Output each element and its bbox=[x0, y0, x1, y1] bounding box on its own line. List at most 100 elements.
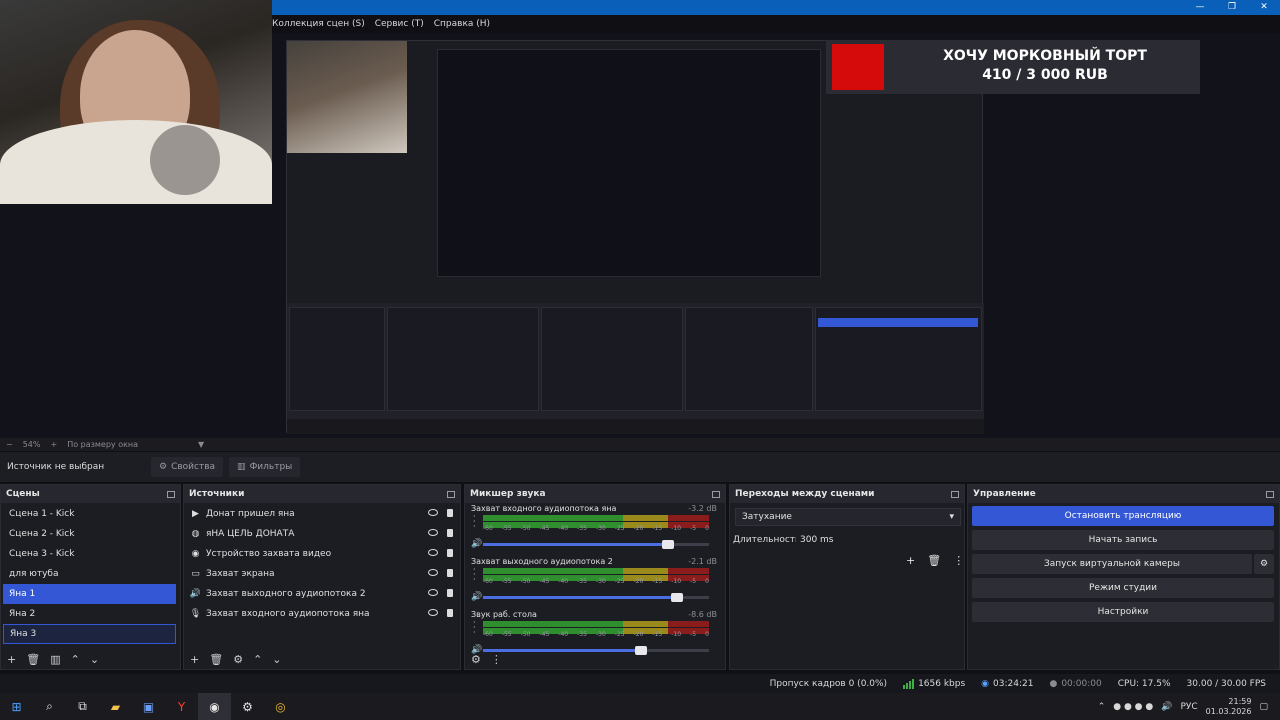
eye-icon[interactable] bbox=[428, 529, 438, 536]
source-item[interactable]: ▶ Донат пришел яна bbox=[184, 504, 460, 524]
scale-tick: -30 bbox=[595, 578, 606, 585]
close-button[interactable]: ✕ bbox=[1248, 0, 1280, 15]
lock-icon[interactable] bbox=[447, 549, 453, 557]
tray-apps-icons[interactable]: ● ● ● ● bbox=[1113, 702, 1153, 712]
channel-menu-icon[interactable]: · · · bbox=[473, 513, 476, 531]
scene-item-selected[interactable]: Яна 1 bbox=[3, 584, 176, 604]
meter-scale: -60 -55 -50 -45 -40 -35 -30 -25 -20 -15 -10 -5 0 bbox=[483, 525, 709, 532]
scene-item[interactable]: Яна 2 bbox=[3, 604, 176, 624]
transition-select[interactable]: Затухание ▾ bbox=[735, 508, 961, 526]
filters-button[interactable]: ▥ Фильтры bbox=[229, 457, 301, 477]
move-up-icon[interactable]: ⌃ bbox=[71, 653, 80, 666]
volume-slider-knob[interactable] bbox=[662, 540, 675, 549]
source-item[interactable]: 🎙 Захват входного аудиопотока яна bbox=[184, 604, 460, 624]
scene-item-focused[interactable]: Яна 3 bbox=[3, 624, 176, 644]
move-up-icon[interactable]: ⌃ bbox=[253, 653, 262, 666]
task-view-icon[interactable]: ⧉ bbox=[66, 693, 99, 720]
audio-mixer-dock: Микшер звука Захват входного аудиопотока… bbox=[464, 484, 726, 670]
clock[interactable]: 21:59 01.03.2026 bbox=[1206, 697, 1252, 717]
add-transition-icon[interactable]: + bbox=[906, 554, 915, 567]
eye-icon[interactable] bbox=[428, 589, 438, 596]
eye-icon[interactable] bbox=[428, 549, 438, 556]
add-source-icon[interactable]: + bbox=[190, 653, 199, 666]
undock-icon[interactable] bbox=[951, 490, 959, 498]
volume-icon[interactable]: 🔊 bbox=[1161, 702, 1172, 712]
scene-item[interactable]: Сцена 1 - Kick bbox=[3, 504, 176, 524]
studio-mode-button[interactable]: Режим студии bbox=[972, 578, 1274, 598]
settings-button[interactable]: Настройки bbox=[972, 602, 1274, 622]
duration-input[interactable]: 300 ms bbox=[796, 531, 961, 549]
donation-progress: 410 / 3 000 RUB bbox=[982, 67, 1108, 83]
source-item[interactable]: ◉ Устройство захвата видео bbox=[184, 544, 460, 564]
windows-start-icon[interactable]: ⊞ bbox=[0, 693, 33, 720]
menu-tools[interactable]: Сервис (T) bbox=[375, 19, 424, 29]
advanced-audio-icon[interactable]: ⚙ bbox=[471, 653, 481, 666]
undock-icon[interactable] bbox=[712, 490, 720, 498]
speaker-icon[interactable]: 🔊 bbox=[471, 539, 482, 549]
inner-dock-capture bbox=[287, 303, 984, 434]
source-item[interactable]: ▭ Захват экрана bbox=[184, 564, 460, 584]
fps-value: 30.00 / 30.00 FPS bbox=[1186, 678, 1266, 689]
tray-chevron-icon[interactable]: ⌃ bbox=[1098, 702, 1106, 712]
menu-help[interactable]: Справка (H) bbox=[434, 19, 490, 29]
settings-icon[interactable]: ⚙ bbox=[231, 693, 264, 720]
scene-item[interactable]: для ютуба bbox=[3, 564, 176, 584]
scale-tick: -20 bbox=[633, 578, 644, 585]
file-explorer-icon[interactable]: ▰ bbox=[99, 693, 132, 720]
obs-icon[interactable]: ◉ bbox=[198, 693, 231, 720]
undock-icon[interactable] bbox=[1266, 490, 1274, 498]
start-virtual-camera-button[interactable]: Запуск виртуальной камеры bbox=[972, 554, 1252, 574]
maximize-button[interactable]: ❐ bbox=[1216, 0, 1248, 15]
stop-streaming-button[interactable]: Остановить трансляцию bbox=[972, 506, 1274, 526]
channel-menu-icon[interactable]: · · · bbox=[473, 566, 476, 584]
volume-slider[interactable] bbox=[483, 593, 709, 602]
scene-item[interactable]: Сцена 2 - Kick bbox=[3, 524, 176, 544]
status-bar: Пропуск кадров 0 (0.0%) 1656 kbps ◉ 03:2… bbox=[0, 674, 1280, 693]
yandex-browser-icon[interactable]: Y bbox=[165, 693, 198, 720]
undock-icon[interactable] bbox=[447, 490, 455, 498]
remove-transition-icon[interactable]: 🗑 bbox=[927, 554, 941, 567]
lock-icon[interactable] bbox=[447, 609, 453, 617]
eye-icon[interactable] bbox=[428, 509, 438, 516]
zoom-in-icon[interactable]: + bbox=[50, 440, 57, 449]
zoom-level: 54% bbox=[22, 440, 41, 449]
chevron-down-icon[interactable]: ▼ bbox=[198, 440, 204, 449]
volume-slider-knob[interactable] bbox=[671, 593, 684, 602]
minimize-button[interactable]: — bbox=[1184, 0, 1216, 15]
scale-tick: -35 bbox=[577, 578, 587, 585]
lock-icon[interactable] bbox=[447, 589, 453, 597]
zoom-fit-select[interactable]: По размеру окна bbox=[67, 440, 138, 449]
scene-item[interactable]: Сцена 3 - Kick bbox=[3, 544, 176, 564]
chrome-icon[interactable]: ◎ bbox=[264, 693, 297, 720]
menu-scene-collection[interactable]: Коллекция сцен (S) bbox=[272, 19, 365, 29]
remove-scene-icon[interactable]: 🗑 bbox=[26, 653, 40, 666]
eye-icon[interactable] bbox=[428, 569, 438, 576]
messenger-icon[interactable]: ▣ bbox=[132, 693, 165, 720]
properties-button[interactable]: ⚙ Свойства bbox=[151, 457, 224, 477]
keyboard-language[interactable]: РУС bbox=[1180, 702, 1197, 712]
source-item[interactable]: ◍ яНА ЦЕЛЬ ДОНАТА bbox=[184, 524, 460, 544]
search-icon[interactable]: ⌕ bbox=[33, 693, 66, 720]
scene-filters-icon[interactable]: ▥ bbox=[50, 653, 60, 666]
channel-menu-icon[interactable]: · · · bbox=[473, 619, 476, 637]
add-scene-icon[interactable]: + bbox=[7, 653, 16, 666]
notifications-icon[interactable]: ▢ bbox=[1259, 702, 1268, 712]
source-item[interactable]: 🔊 Захват выходного аудиопотока 2 bbox=[184, 584, 460, 604]
lock-icon[interactable] bbox=[447, 529, 453, 537]
microphone-icon: 🎙 bbox=[189, 609, 202, 619]
eye-icon[interactable] bbox=[428, 609, 438, 616]
remove-source-icon[interactable]: 🗑 bbox=[209, 653, 223, 666]
speaker-icon[interactable]: 🔊 bbox=[471, 592, 482, 602]
undock-icon[interactable] bbox=[167, 490, 175, 498]
source-properties-icon[interactable]: ⚙ bbox=[233, 653, 243, 666]
virtual-camera-settings-button[interactable]: ⚙ bbox=[1254, 554, 1274, 574]
start-recording-button[interactable]: Начать запись bbox=[972, 530, 1274, 550]
zoom-out-icon[interactable]: − bbox=[6, 440, 13, 449]
move-down-icon[interactable]: ⌄ bbox=[90, 653, 99, 666]
lock-icon[interactable] bbox=[447, 509, 453, 517]
move-down-icon[interactable]: ⌄ bbox=[272, 653, 281, 666]
more-options-icon[interactable]: ⋮ bbox=[491, 653, 502, 666]
lock-icon[interactable] bbox=[447, 569, 453, 577]
more-options-icon[interactable]: ⋮ bbox=[953, 554, 964, 567]
volume-slider[interactable] bbox=[483, 540, 709, 549]
